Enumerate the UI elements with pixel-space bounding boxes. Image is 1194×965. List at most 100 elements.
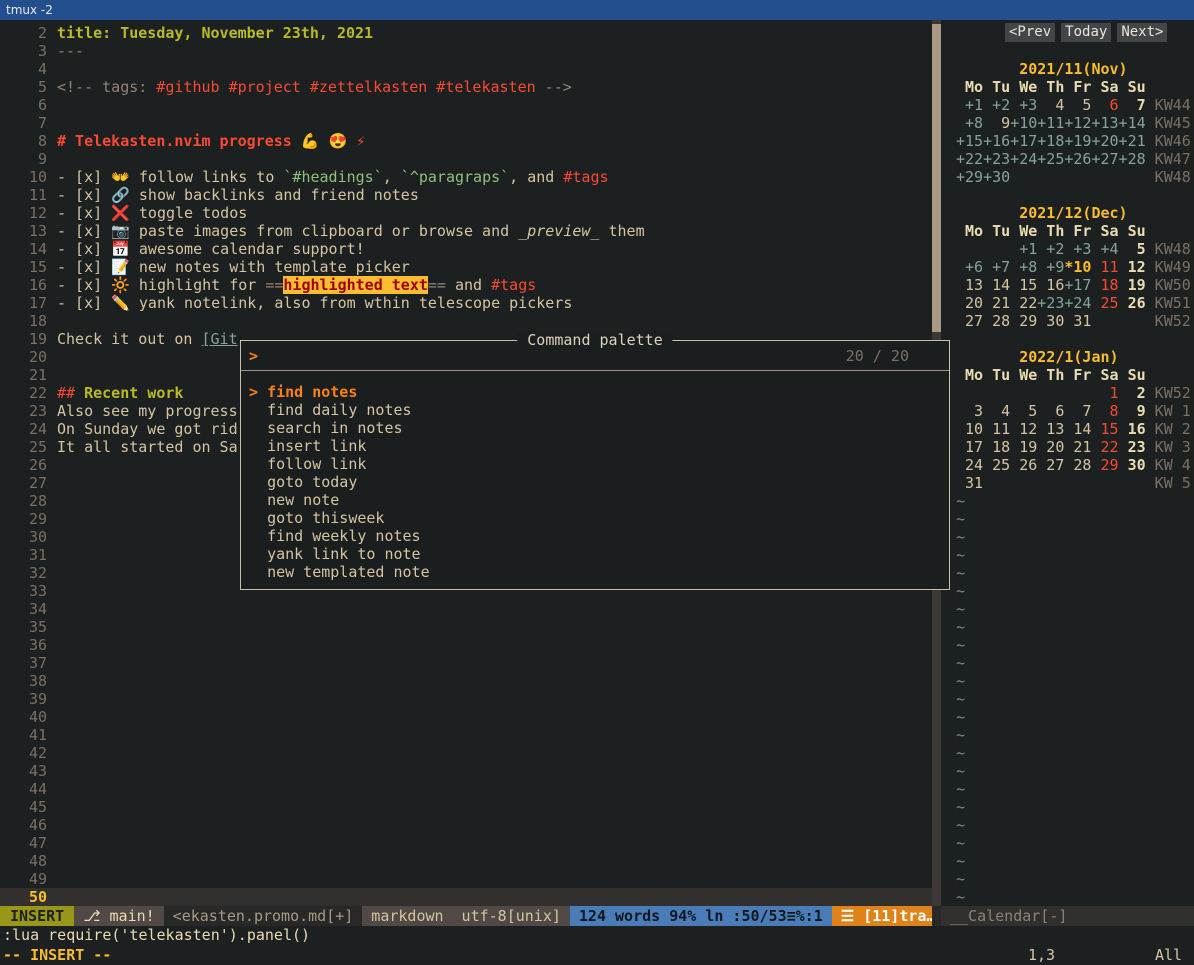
encoding-label: utf-8[unix] — [462, 907, 561, 925]
editor-line[interactable]: 48 — [0, 852, 932, 870]
week-number: KW51 — [1146, 294, 1191, 312]
editor-line[interactable]: 41 — [0, 726, 932, 744]
editor-line[interactable]: 37 — [0, 654, 932, 672]
calendar-blank-row — [941, 330, 1194, 348]
line-number: 13 — [0, 222, 47, 240]
line-number: 7 — [0, 114, 47, 132]
calendar-next-button[interactable]: Next> — [1117, 23, 1167, 42]
calendar-week-row[interactable]: 27 28 29 30 31 KW52 — [941, 312, 1194, 330]
week-number: KW49 — [1146, 258, 1191, 276]
file-name: <ekasten.promo.md[+] — [164, 906, 363, 926]
scroll-indicator: All — [1155, 945, 1182, 965]
calendar-week-row[interactable]: +15+16+17+18+19+20+21 KW46 — [941, 132, 1194, 150]
calendar-week-row[interactable]: 13 14 15 16+17 18 19 KW50 — [941, 276, 1194, 294]
line-text — [47, 546, 57, 564]
calendar-today-button[interactable]: Today — [1061, 23, 1111, 42]
palette-item[interactable]: new templated note — [249, 563, 949, 581]
line-text — [47, 60, 57, 78]
palette-item[interactable]: goto today — [249, 473, 949, 491]
empty-buffer-line: ~ — [941, 744, 1194, 762]
editor-line[interactable]: 16- [x] 🔆 highlight for ==highlighted te… — [0, 276, 932, 294]
editor-line[interactable]: 10- [x] 👐 follow links to `#headings`, `… — [0, 168, 932, 186]
calendar-week-row[interactable]: 20 21 22+23+24 25 26 KW51 — [941, 294, 1194, 312]
calendar-week-row[interactable]: 24 25 26 27 28 29 30 KW 4 — [941, 456, 1194, 474]
line-number: 40 — [0, 708, 47, 726]
editor-line[interactable]: 9 — [0, 150, 932, 168]
calendar-week-row[interactable]: +6 +7 +8 +9*10 11 12 KW49 — [941, 258, 1194, 276]
result-count: 20 / 20 — [846, 347, 909, 365]
editor-line[interactable]: 44 — [0, 780, 932, 798]
selection-caret-icon — [249, 509, 267, 527]
palette-item[interactable]: search in notes — [249, 419, 949, 437]
line-text: title: Tuesday, November 23th, 2021 — [47, 24, 373, 42]
editor-line[interactable]: 47 — [0, 834, 932, 852]
calendar-month-title: 2022/1(Jan) — [941, 348, 1194, 366]
line-text — [47, 564, 57, 582]
empty-buffer-line: ~ — [941, 888, 1194, 906]
message-line: -- INSERT -- 1,3 All — [0, 945, 1194, 965]
editor-line[interactable]: 11- [x] 🔗 show backlinks and friend note… — [0, 186, 932, 204]
line-text: - [x] 📅 awesome calendar support! — [47, 240, 365, 258]
calendar-week-row[interactable]: 31 KW 5 — [941, 474, 1194, 492]
editor-line[interactable]: 50 — [0, 888, 932, 906]
editor-line[interactable]: 38 — [0, 672, 932, 690]
line-number: 20 — [0, 348, 47, 366]
editor-line[interactable]: 42 — [0, 744, 932, 762]
line-text — [47, 888, 57, 906]
editor-line[interactable]: 18 — [0, 312, 932, 330]
editor-line[interactable]: 49 — [0, 870, 932, 888]
line-number: 23 — [0, 402, 47, 420]
palette-item[interactable]: new note — [249, 491, 949, 509]
line-number: 9 — [0, 150, 47, 168]
palette-item[interactable]: > find notes — [249, 383, 949, 401]
command-line[interactable]: :lua require('telekasten').panel() — [0, 926, 1194, 945]
editor-line[interactable]: 45 — [0, 798, 932, 816]
editor-line[interactable]: 36 — [0, 636, 932, 654]
editor-line[interactable]: 15- [x] 📝 new notes with template picker — [0, 258, 932, 276]
line-text: - [x] ❌ toggle todos — [47, 204, 247, 222]
empty-buffer-line: ~ — [941, 780, 1194, 798]
line-text — [47, 834, 57, 852]
line-text: # Telekasten.nvim progress 💪 😍 ⚡ — [47, 132, 365, 150]
calendar-week-row[interactable]: 10 11 12 13 14 15 16 KW 2 — [941, 420, 1194, 438]
editor-line[interactable]: 2title: Tuesday, November 23th, 2021 — [0, 24, 932, 42]
editor-line[interactable]: 8# Telekasten.nvim progress 💪 😍 ⚡ — [0, 132, 932, 150]
week-number: KW52 — [1146, 312, 1191, 330]
editor-line[interactable]: 13- [x] 📷 paste images from clipboard or… — [0, 222, 932, 240]
editor-line[interactable]: 5<!-- tags: #github #project #zettelkast… — [0, 78, 932, 96]
palette-item[interactable]: goto thisweek — [249, 509, 949, 527]
editor-line[interactable]: 34 — [0, 600, 932, 618]
editor-line[interactable]: 12- [x] ❌ toggle todos — [0, 204, 932, 222]
editor-line[interactable]: 7 — [0, 114, 932, 132]
palette-item[interactable]: find weekly notes — [249, 527, 949, 545]
calendar-week-row[interactable]: 1 2 KW52 — [941, 384, 1194, 402]
calendar-week-row[interactable]: 3 4 5 6 7 8 9 KW 1 — [941, 402, 1194, 420]
editor-line[interactable]: 35 — [0, 618, 932, 636]
editor-line[interactable]: 4 — [0, 60, 932, 78]
palette-item[interactable]: find daily notes — [249, 401, 949, 419]
calendar-week-row[interactable]: +1 +2 +3 +4 5 KW48 — [941, 240, 1194, 258]
calendar-week-row[interactable]: +8 9+10+11+12+13+14 KW45 — [941, 114, 1194, 132]
scrollbar-thumb[interactable] — [932, 24, 941, 332]
editor-line[interactable]: 14- [x] 📅 awesome calendar support! — [0, 240, 932, 258]
calendar-week-row[interactable]: +1 +2 +3 4 5 6 7 KW44 — [941, 96, 1194, 114]
palette-input[interactable] — [267, 347, 846, 365]
calendar-pane[interactable]: 2021/11(Nov) Mo Tu We Th Fr Sa Su +1 +2 … — [941, 20, 1194, 906]
editor-line[interactable]: 40 — [0, 708, 932, 726]
editor-line[interactable]: 6 — [0, 96, 932, 114]
editor-line[interactable]: 39 — [0, 690, 932, 708]
statusline-gap — [932, 906, 941, 926]
calendar-week-row[interactable]: +22+23+24+25+26+27+28 KW47 — [941, 150, 1194, 168]
calendar-week-row[interactable]: 17 18 19 20 21 22 23 KW 3 — [941, 438, 1194, 456]
calendar-statusline: __Calendar[-] — [941, 906, 1194, 926]
palette-item[interactable]: follow link — [249, 455, 949, 473]
editor-line[interactable]: 17- [x] ✏️ yank notelink, also from wthi… — [0, 294, 932, 312]
editor-line[interactable]: 43 — [0, 762, 932, 780]
palette-item[interactable]: yank link to note — [249, 545, 949, 563]
editor-line[interactable]: 3--- — [0, 42, 932, 60]
editor-line[interactable]: 46 — [0, 816, 932, 834]
calendar-week-row[interactable]: +29+30 KW48 — [941, 168, 1194, 186]
calendar-prev-button[interactable]: <Prev — [1005, 23, 1055, 42]
calendar-nav: <Prev Today Next> — [1005, 23, 1167, 42]
palette-item[interactable]: insert link — [249, 437, 949, 455]
